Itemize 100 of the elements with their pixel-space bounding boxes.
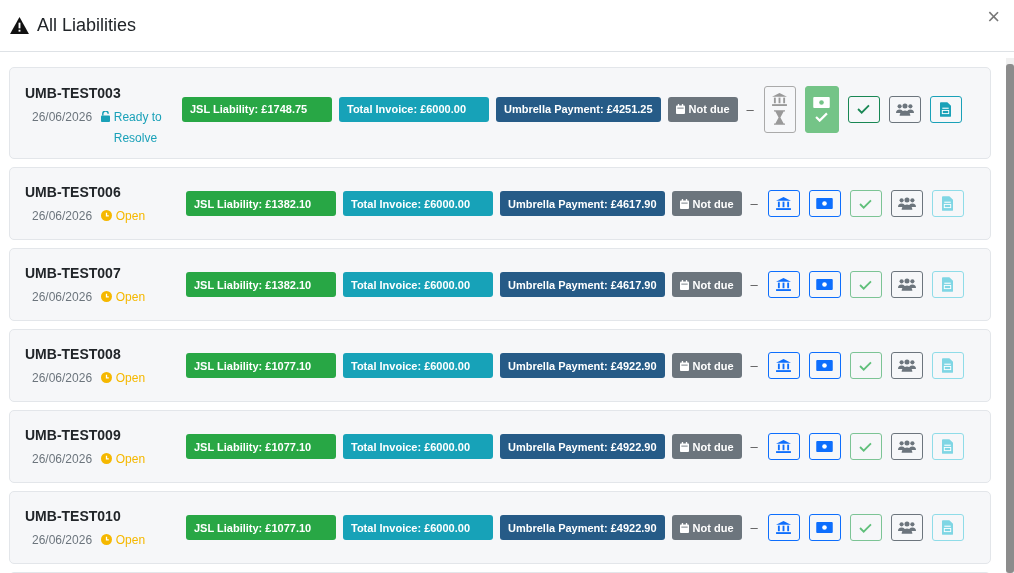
separator-text: – <box>750 196 758 211</box>
due-badge: Not due <box>671 515 742 540</box>
date-text: 26/06/2026 <box>32 209 93 223</box>
liability-badge: JSL Liability: £1077.10 <box>186 515 336 540</box>
invoice-badge: Total Invoice: £6000.00 <box>343 515 493 540</box>
liability-id: UMB-TEST009 <box>25 427 122 443</box>
document-icon <box>942 196 954 211</box>
liability-id: UMB-TEST007 <box>25 265 122 281</box>
bank-button[interactable] <box>767 433 800 460</box>
date-text: 26/06/2026 <box>32 290 93 304</box>
separator-text: – <box>750 439 758 454</box>
liability-badge: JSL Liability: £1077.10 <box>186 353 336 378</box>
dialog-title: All Liabilities <box>37 15 137 36</box>
document-icon <box>942 277 954 292</box>
payment-badge: Umbrella Payment: £4617.90 <box>500 272 665 297</box>
check-icon <box>859 279 873 290</box>
people-icon <box>897 440 916 453</box>
clock-icon <box>101 210 113 221</box>
bank-icon <box>776 197 792 210</box>
bank-button[interactable] <box>767 271 800 298</box>
document-icon <box>942 520 954 535</box>
check-icon <box>815 111 829 122</box>
liability-badge: JSL Liability: £1748.75 <box>182 96 332 122</box>
calendar-icon <box>679 441 689 452</box>
calendar-icon <box>679 279 689 290</box>
document-icon <box>942 439 954 454</box>
payment-badge: Umbrella Payment: £4922.90 <box>500 353 665 378</box>
clock-icon <box>101 453 113 464</box>
date-text: 26/06/2026 <box>32 371 93 385</box>
bank-pending-button[interactable] <box>763 85 796 133</box>
banknote-icon <box>816 522 834 533</box>
invoice-badge: Total Invoice: £6000.00 <box>343 434 493 459</box>
banknote-icon <box>816 198 834 209</box>
liability-id: UMB-TEST003 <box>25 85 122 101</box>
approve-button[interactable] <box>847 95 880 123</box>
document-button[interactable] <box>929 95 962 123</box>
payment-button[interactable] <box>808 352 841 379</box>
separator-text: – <box>746 101 754 117</box>
people-button[interactable] <box>890 271 923 298</box>
status-text: Open <box>115 209 146 223</box>
check-icon <box>859 360 873 371</box>
payment-badge: Umbrella Payment: £4922.90 <box>500 515 665 540</box>
warning-icon <box>10 17 29 34</box>
close-button[interactable]: × <box>983 4 1004 30</box>
document-icon <box>940 101 952 117</box>
bank-icon <box>776 278 792 291</box>
payment-badge: Umbrella Payment: £4251.25 <box>496 96 661 122</box>
invoice-badge: Total Invoice: £6000.00 <box>343 353 493 378</box>
payment-button[interactable] <box>808 514 841 541</box>
bank-button[interactable] <box>767 190 800 217</box>
liability-badge: JSL Liability: £1382.10 <box>186 272 336 297</box>
date-text: 26/06/2026 <box>32 533 93 547</box>
hourglass-icon <box>774 110 786 125</box>
check-icon <box>857 104 871 114</box>
separator-text: – <box>750 520 758 535</box>
banknote-icon <box>813 96 831 108</box>
unlock-icon <box>101 111 111 122</box>
payment-button[interactable] <box>808 190 841 217</box>
people-icon <box>897 521 916 534</box>
date-text: 26/06/2026 <box>32 110 93 124</box>
people-button[interactable] <box>890 514 923 541</box>
scrollbar[interactable] <box>1006 58 1014 573</box>
payment-badge: Umbrella Payment: £4922.90 <box>500 434 665 459</box>
status-text: Open <box>115 452 146 466</box>
banknote-icon <box>816 279 834 290</box>
payment-badge: Umbrella Payment: £4617.90 <box>500 191 665 216</box>
people-button[interactable] <box>890 352 923 379</box>
date-text: 26/06/2026 <box>32 452 93 466</box>
banknote-icon <box>816 441 834 452</box>
calendar-icon <box>679 360 689 371</box>
clock-icon <box>101 372 113 383</box>
status-text: Open <box>115 533 146 547</box>
clock-icon <box>101 534 113 545</box>
payment-button[interactable] <box>808 271 841 298</box>
payment-button[interactable] <box>808 433 841 460</box>
separator-text: – <box>750 277 758 292</box>
people-button[interactable] <box>888 95 921 123</box>
liability-id: UMB-TEST010 <box>25 508 122 524</box>
check-icon <box>859 198 873 209</box>
bank-icon <box>776 521 792 534</box>
status-text: Open <box>115 290 146 304</box>
liability-id: UMB-TEST006 <box>25 184 122 200</box>
calendar-icon <box>679 198 689 209</box>
people-icon <box>897 197 916 210</box>
due-badge: Not due <box>671 434 742 459</box>
bank-button[interactable] <box>767 352 800 379</box>
bank-icon <box>776 440 792 453</box>
bank-icon <box>776 359 792 372</box>
people-button[interactable] <box>890 190 923 217</box>
status-text: Ready to Resolve <box>113 109 163 147</box>
bank-button[interactable] <box>767 514 800 541</box>
due-badge: Not due <box>671 353 742 378</box>
people-icon <box>897 359 916 372</box>
people-button[interactable] <box>890 433 923 460</box>
calendar-icon <box>675 104 685 114</box>
liability-badge: JSL Liability: £1382.10 <box>186 191 336 216</box>
bank-icon <box>772 93 788 106</box>
liability-id: UMB-TEST008 <box>25 346 122 362</box>
clock-icon <box>101 291 113 302</box>
due-badge: Not due <box>671 191 742 216</box>
